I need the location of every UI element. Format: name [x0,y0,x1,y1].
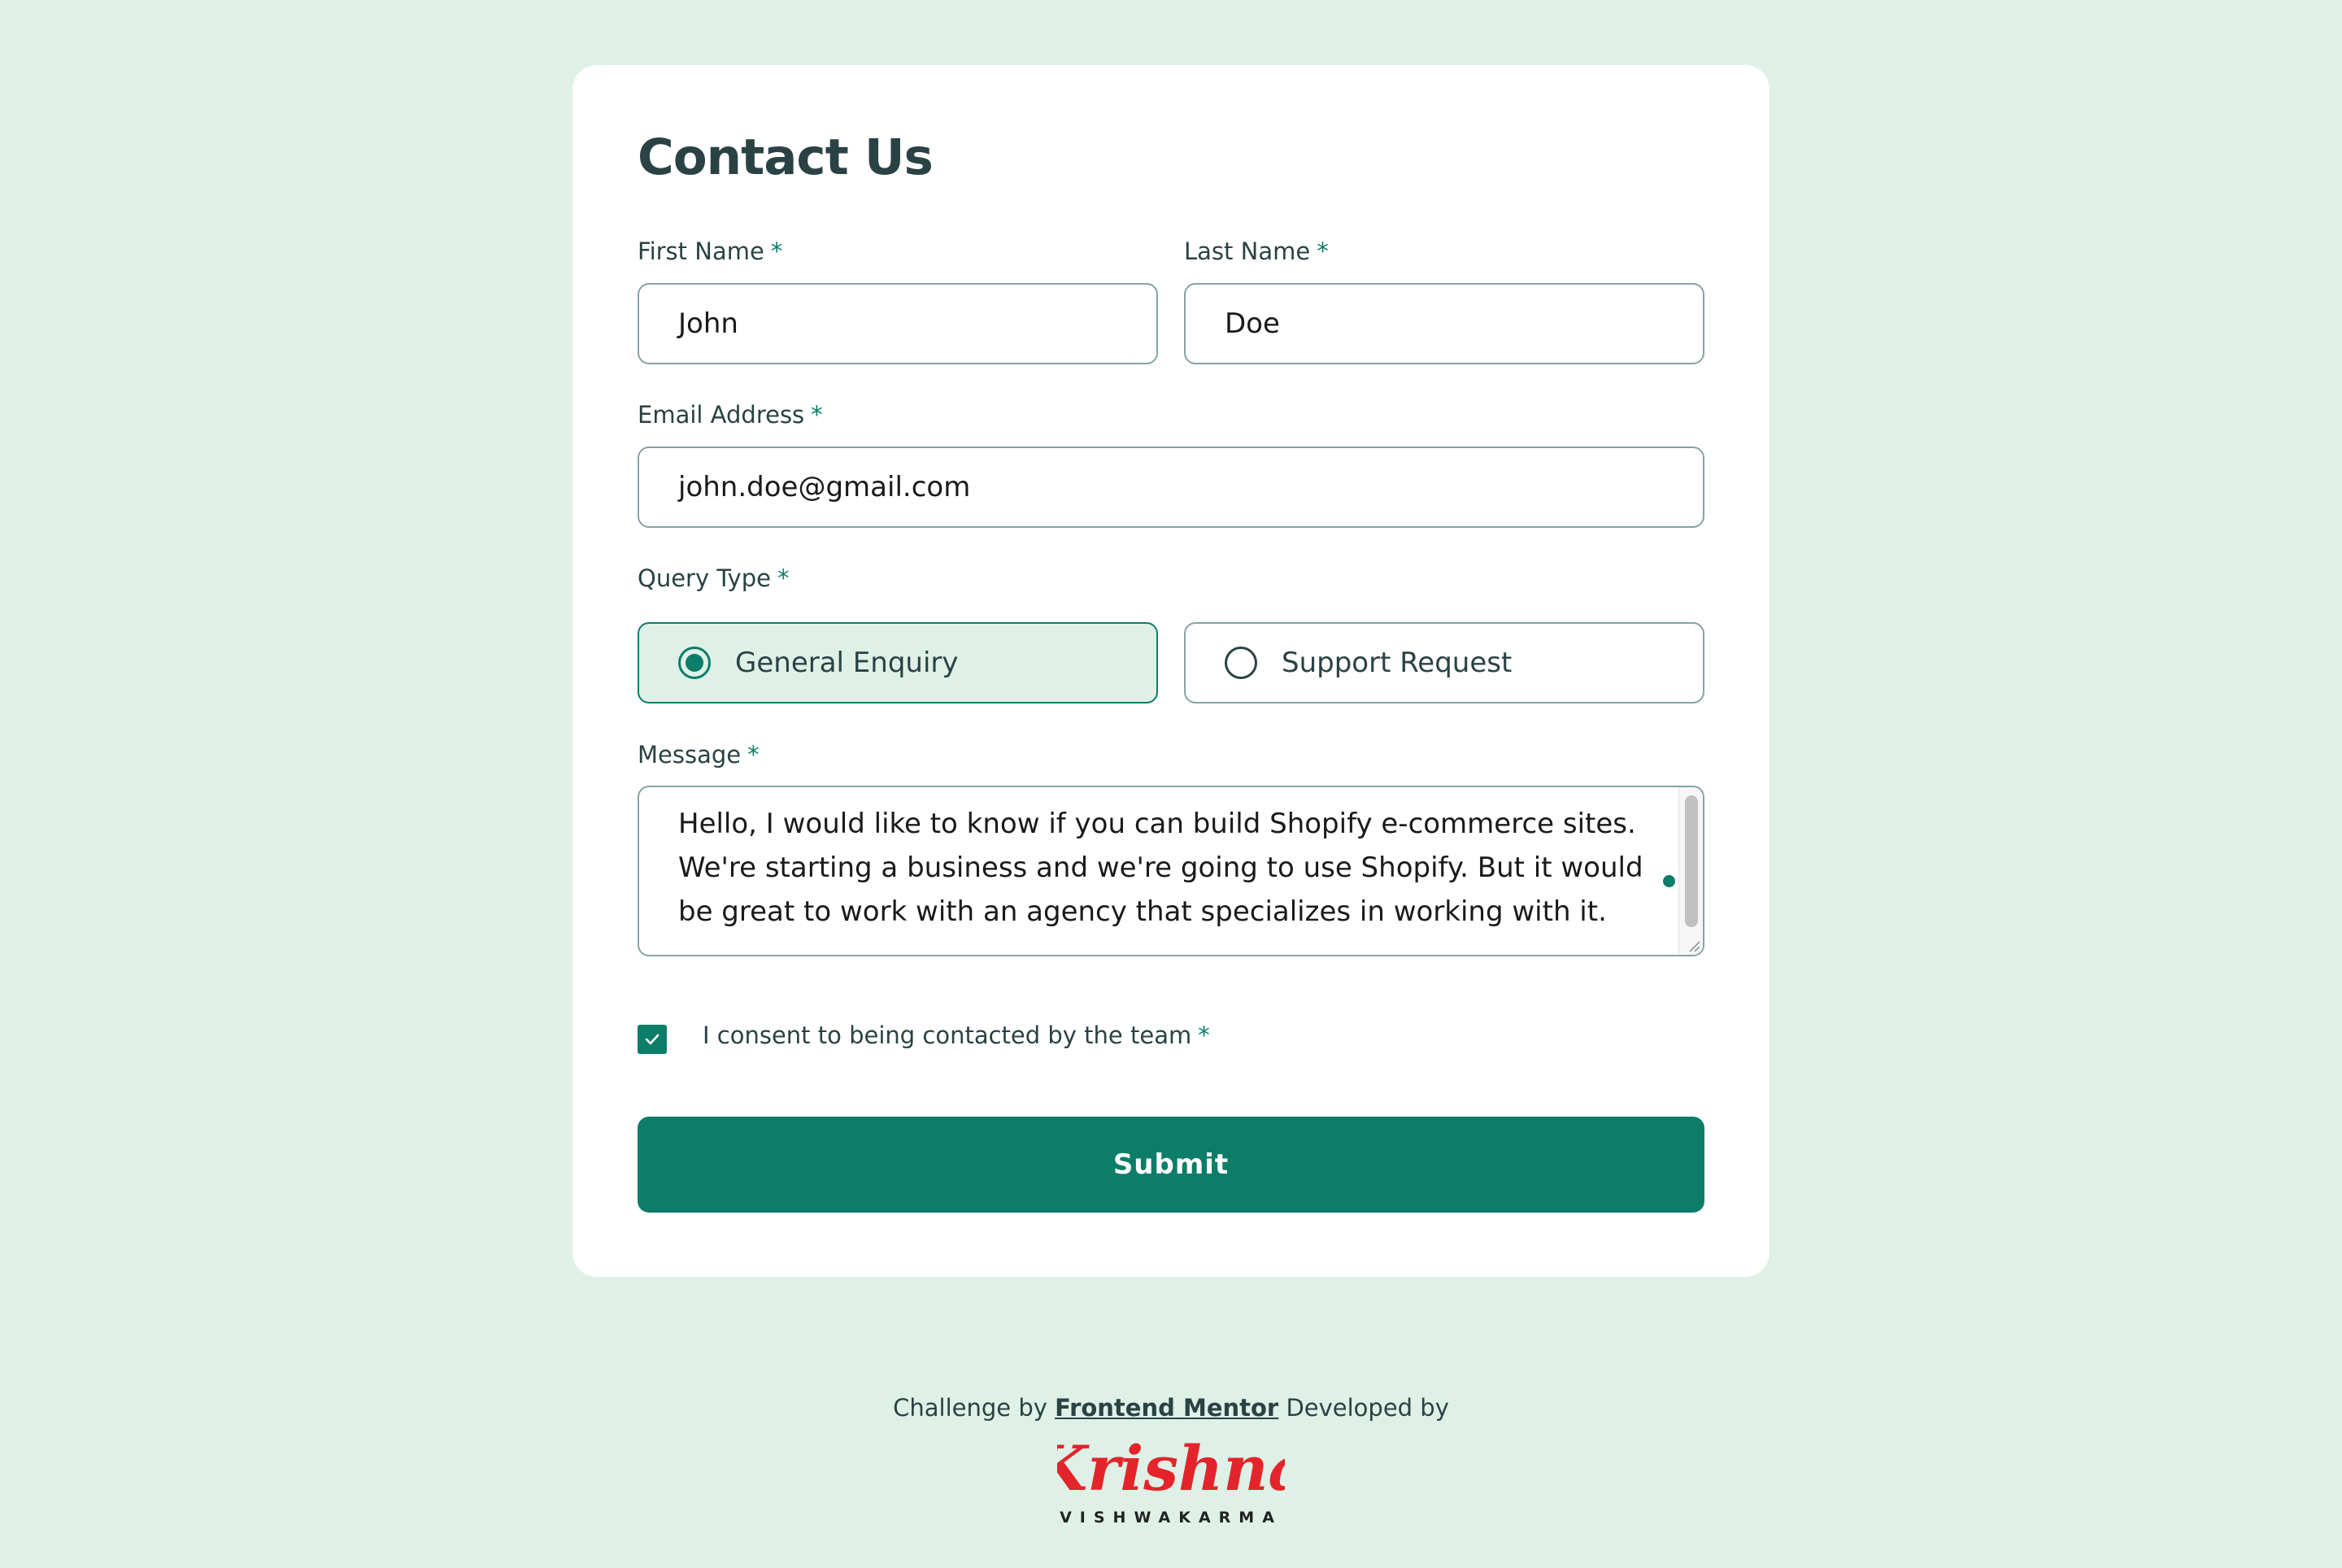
consent-label-text: I consent to being contacted by the team [703,1021,1192,1049]
first-name-value: John [678,307,738,340]
contact-form-card: Contact Us First Name * John Last Name * D… [572,65,1770,1277]
email-input[interactable]: john.doe@gmail.com [638,446,1704,528]
first-name-label-text: First Name [638,237,764,265]
message-value: Hello, I would like to know if you can b… [678,808,1643,928]
message-label: Message * [638,741,760,769]
developed-by-text: Developed by [1286,1394,1449,1422]
last-name-value: Doe [1225,307,1280,340]
consent-checkbox[interactable] [638,1025,667,1054]
message-label-text: Message [638,741,742,769]
last-name-label: Last Name * [1184,237,1329,265]
last-name-label-text: Last Name [1184,237,1311,265]
page-title: Contact Us [638,128,934,186]
email-value: john.doe@gmail.com [678,471,971,503]
checkmark-icon [645,1034,660,1045]
message-textarea[interactable]: Hello, I would like to know if you can b… [638,786,1704,956]
first-name-input[interactable]: John [638,283,1158,364]
radio-support-request[interactable]: Support Request [1184,622,1704,703]
logo-script-text: Krishna [1057,1432,1285,1505]
general-enquiry-label: General Enquiry [735,647,959,679]
submit-button[interactable]: Submit [638,1117,1704,1213]
radio-selected-icon [678,647,711,679]
krishna-logo[interactable]: Krishna VISHWAKARMA [1057,1431,1285,1529]
footer-attribution: Challenge by Frontend Mentor Developed b… [0,1394,2342,1422]
required-asterisk: * [777,564,790,592]
query-type-label: Query Type * [638,564,789,592]
required-asterisk: * [1198,1021,1210,1049]
radio-general-enquiry[interactable]: General Enquiry [638,622,1158,703]
scrollbar-thumb[interactable] [1685,795,1698,927]
challenge-by-text: Challenge by [893,1394,1047,1422]
text-cursor-indicator [1663,875,1675,887]
resize-grip-icon[interactable] [1687,939,1701,953]
required-asterisk: * [747,741,760,769]
textarea-scrollbar[interactable] [1678,787,1703,955]
radio-unselected-icon [1225,647,1257,679]
last-name-input[interactable]: Doe [1184,283,1704,364]
required-asterisk: * [770,237,783,265]
frontend-mentor-link[interactable]: Frontend Mentor [1055,1394,1278,1422]
support-request-label: Support Request [1282,647,1513,679]
required-asterisk: * [811,401,823,429]
query-type-label-text: Query Type [638,564,771,592]
email-label-text: Email Address [638,401,805,429]
required-asterisk: * [1317,237,1329,265]
first-name-label: First Name * [638,237,782,265]
consent-label: I consent to being contacted by the team… [703,1021,1210,1049]
logo-subtitle-text: VISHWAKARMA [1060,1509,1282,1527]
email-label: Email Address * [638,401,823,429]
